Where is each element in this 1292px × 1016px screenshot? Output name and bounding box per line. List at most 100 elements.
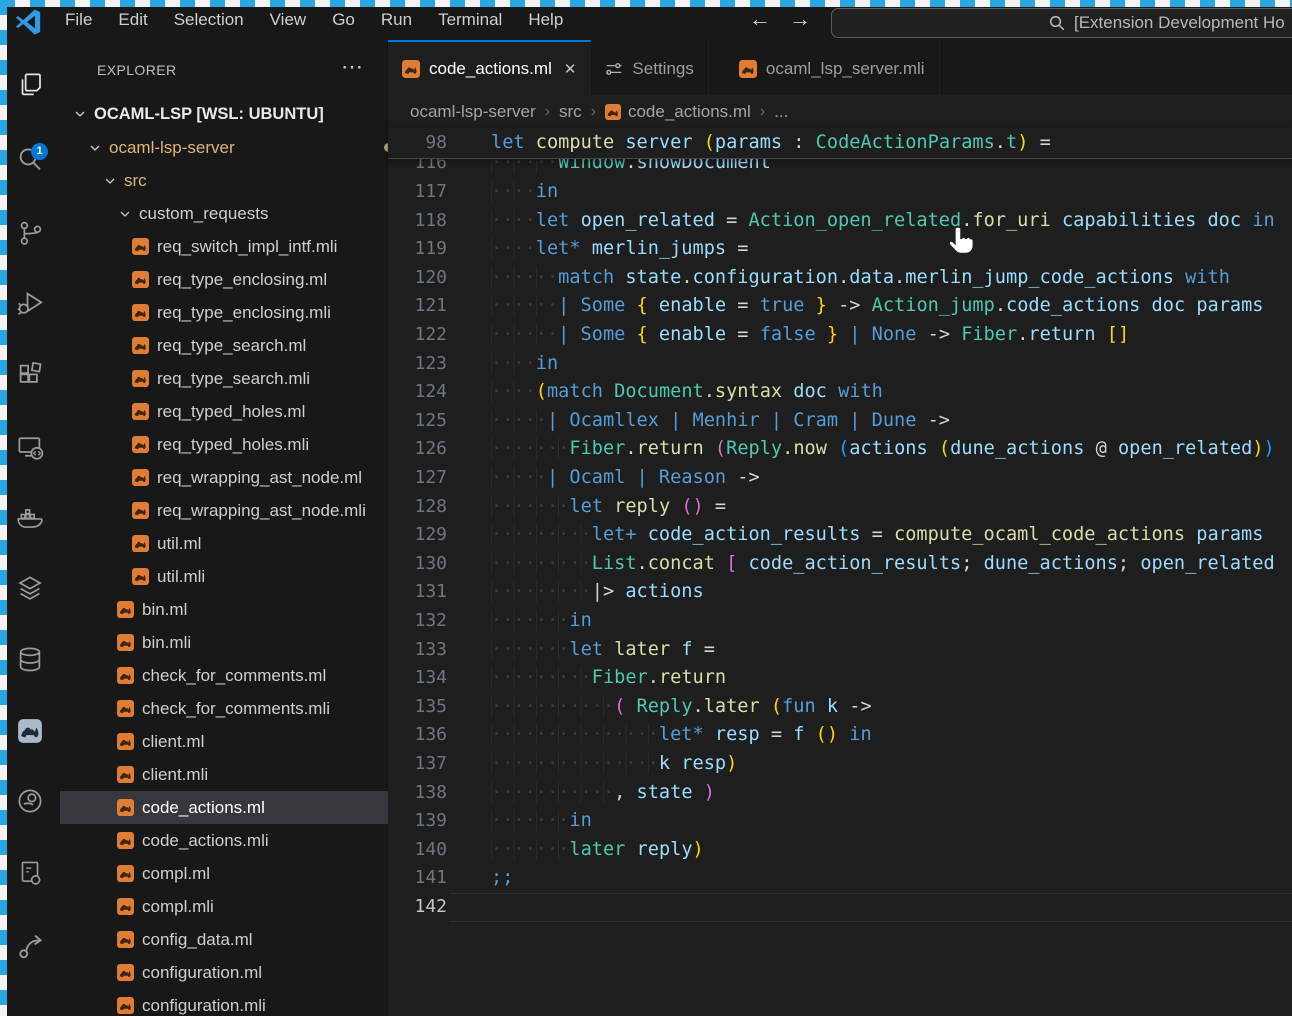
explorer-title: EXPLORER bbox=[97, 62, 176, 78]
code-text: ····let open_related = Action_open_relat… bbox=[491, 207, 1275, 236]
tree-item-src[interactable]: src bbox=[60, 164, 429, 197]
tree-item-label: util.mli bbox=[157, 567, 205, 586]
code-editor[interactable]: 116······Window.showDocument117····in118… bbox=[388, 40, 1292, 1016]
docker-icon[interactable] bbox=[15, 502, 45, 532]
code-line[interactable]: 141;; bbox=[388, 864, 1292, 893]
tree-item-ocaml-lsp-server[interactable]: ocaml-lsp-server bbox=[60, 131, 414, 164]
code-line[interactable]: 127·····| Ocaml | Reason -> bbox=[388, 464, 1292, 493]
layers-icon[interactable] bbox=[15, 573, 45, 603]
code-line[interactable]: 117····in bbox=[388, 178, 1292, 207]
tree-item-label: configuration.ml bbox=[142, 963, 262, 982]
whitespace-dots: ······· bbox=[491, 496, 569, 517]
code-line[interactable]: 118 ····let open_related = Action_open_re… bbox=[388, 207, 1292, 236]
tree-item-check_for_comments.mli[interactable]: check_for_comments.mli bbox=[60, 692, 444, 725]
extensions-icon[interactable] bbox=[15, 360, 45, 390]
code-text: ·······in bbox=[491, 807, 592, 836]
tree-item-label: ocaml-lsp-server bbox=[109, 138, 235, 157]
code-line[interactable]: 140·······later reply) bbox=[388, 836, 1292, 865]
tree-item-bin.ml[interactable]: bin.ml bbox=[60, 593, 444, 626]
ocaml-file-icon bbox=[117, 601, 134, 618]
tree-item-compl.mli[interactable]: compl.mli bbox=[60, 890, 444, 923]
code-line[interactable]: 134·········Fiber.return bbox=[388, 664, 1292, 693]
tree-item-label: code_actions.mli bbox=[142, 831, 269, 850]
line-number: 123 bbox=[388, 350, 447, 379]
tree-item-label: bin.mli bbox=[142, 633, 191, 652]
circle-extension-icon[interactable] bbox=[15, 786, 45, 816]
whitespace-dots: ··············· bbox=[491, 753, 659, 774]
code-line[interactable]: 137···············k resp) bbox=[388, 750, 1292, 779]
tree-item-label: src bbox=[124, 171, 147, 190]
ocaml-file-icon bbox=[117, 898, 134, 915]
code-text: ·······let later f = bbox=[491, 636, 715, 665]
more-actions-icon[interactable]: ⋯ bbox=[341, 54, 365, 80]
tree-item-client.mli[interactable]: client.mli bbox=[60, 758, 444, 791]
code-line[interactable]: 130·········List.concat [ code_action_re… bbox=[388, 550, 1292, 579]
tree-item-bin.mli[interactable]: bin.mli bbox=[60, 626, 444, 659]
whitespace-dots: ··········· bbox=[491, 782, 614, 803]
tree-item-configuration.mli[interactable]: configuration.mli bbox=[60, 989, 444, 1016]
ocaml-file-icon bbox=[132, 436, 149, 453]
tree-item-code_actions.mli[interactable]: code_actions.mli bbox=[60, 824, 444, 857]
ocaml-file-icon bbox=[132, 337, 149, 354]
run-debug-icon[interactable] bbox=[15, 288, 45, 318]
code-line[interactable]: 138···········, state ) bbox=[388, 779, 1292, 808]
command-center-searchbox[interactable]: [Extension Development Ho bbox=[831, 8, 1292, 38]
tree-item-OCAML-LSP [WSL: UBUNTU][interactable]: OCAML-LSP [WSL: UBUNTU] bbox=[60, 98, 399, 131]
code-line[interactable]: 142 bbox=[388, 893, 1292, 922]
whitespace-dots: ······· bbox=[491, 639, 569, 660]
code-text: ···········( Reply.later (fun k -> bbox=[491, 693, 872, 722]
code-line[interactable]: 131·········|> actions bbox=[388, 578, 1292, 607]
code-line[interactable]: 132·······in bbox=[388, 607, 1292, 636]
line-number: 138 bbox=[388, 779, 447, 808]
search-icon[interactable]: 1 bbox=[15, 145, 45, 175]
tree-item-code_actions.ml[interactable]: code_actions.ml bbox=[60, 791, 444, 824]
tree-item-label: req_type_enclosing.ml bbox=[157, 270, 327, 289]
code-line[interactable]: 123····in bbox=[388, 350, 1292, 379]
ocaml-extension-icon[interactable] bbox=[15, 716, 45, 746]
code-line[interactable]: 121······| Some { enable = true } -> Act… bbox=[388, 292, 1292, 321]
code-text: ·········List.concat [ code_action_resul… bbox=[491, 550, 1275, 579]
code-line[interactable]: 133·······let later f = bbox=[388, 636, 1292, 665]
line-number: 118 bbox=[388, 207, 447, 236]
code-line[interactable]: 119····let* merlin_jumps = bbox=[388, 235, 1292, 264]
code-line[interactable]: 126·······Fiber.return (Reply.now (actio… bbox=[388, 435, 1292, 464]
whitespace-dots: ···· bbox=[491, 181, 536, 202]
tree-item-label: check_for_comments.mli bbox=[142, 699, 330, 718]
editor-area: code_actions.ml✕Settingsocaml_lsp_server… bbox=[388, 40, 1292, 1016]
code-line[interactable]: 135 ···········( Reply.later (fun k -> bbox=[388, 693, 1292, 722]
code-text: ····let* merlin_jumps = bbox=[491, 235, 748, 264]
code-line[interactable]: 120······match state.configuration.data.… bbox=[388, 264, 1292, 293]
code-line[interactable]: 136···············let* resp = f () in bbox=[388, 721, 1292, 750]
code-text: ·······let reply () = bbox=[491, 493, 726, 522]
code-line[interactable]: 122······| Some { enable = false } | Non… bbox=[388, 321, 1292, 350]
tree-item-config_data.ml[interactable]: config_data.ml bbox=[60, 923, 444, 956]
share-extension-icon[interactable] bbox=[15, 930, 45, 960]
sticky-code-line[interactable]: 98let compute server (params : CodeActio… bbox=[388, 129, 1292, 158]
vscode-logo-icon[interactable] bbox=[13, 7, 43, 37]
code-text: ·········|> actions bbox=[491, 578, 704, 607]
source-control-icon[interactable] bbox=[15, 218, 45, 248]
code-line[interactable]: 129·········let+ code_action_results = c… bbox=[388, 521, 1292, 550]
tree-item-custom_requests[interactable]: custom_requests bbox=[60, 197, 444, 230]
explorer-icon[interactable] bbox=[15, 70, 45, 100]
tree-item-label: compl.ml bbox=[142, 864, 210, 883]
file-gear-extension-icon[interactable] bbox=[15, 858, 45, 888]
screenshare-border-top bbox=[0, 0, 1292, 7]
tree-item-client.ml[interactable]: client.ml bbox=[60, 725, 444, 758]
database-icon[interactable] bbox=[15, 645, 45, 675]
code-text: ·····| Ocamllex | Menhir | Cram | Dune -… bbox=[491, 407, 950, 436]
code-line[interactable]: 128·······let reply () = bbox=[388, 493, 1292, 522]
code-line[interactable]: 125·····| Ocamllex | Menhir | Cram | Dun… bbox=[388, 407, 1292, 436]
code-text: ·····| Ocaml | Reason -> bbox=[491, 464, 760, 493]
remote-explorer-icon[interactable] bbox=[15, 432, 45, 462]
whitespace-dots: ······ bbox=[491, 324, 558, 345]
line-number: 135 bbox=[388, 693, 447, 722]
tree-item-check_for_comments.ml[interactable]: check_for_comments.ml bbox=[60, 659, 444, 692]
mouse-cursor bbox=[944, 224, 978, 260]
code-line[interactable]: 139·······in bbox=[388, 807, 1292, 836]
sticky-scroll-line[interactable]: 98let compute server (params : CodeActio… bbox=[388, 128, 1292, 159]
tree-item-configuration.ml[interactable]: configuration.ml bbox=[60, 956, 444, 989]
tree-item-compl.ml[interactable]: compl.ml bbox=[60, 857, 444, 890]
code-line[interactable]: 124····(match Document.syntax doc with bbox=[388, 378, 1292, 407]
whitespace-dots: ····· bbox=[491, 410, 547, 431]
